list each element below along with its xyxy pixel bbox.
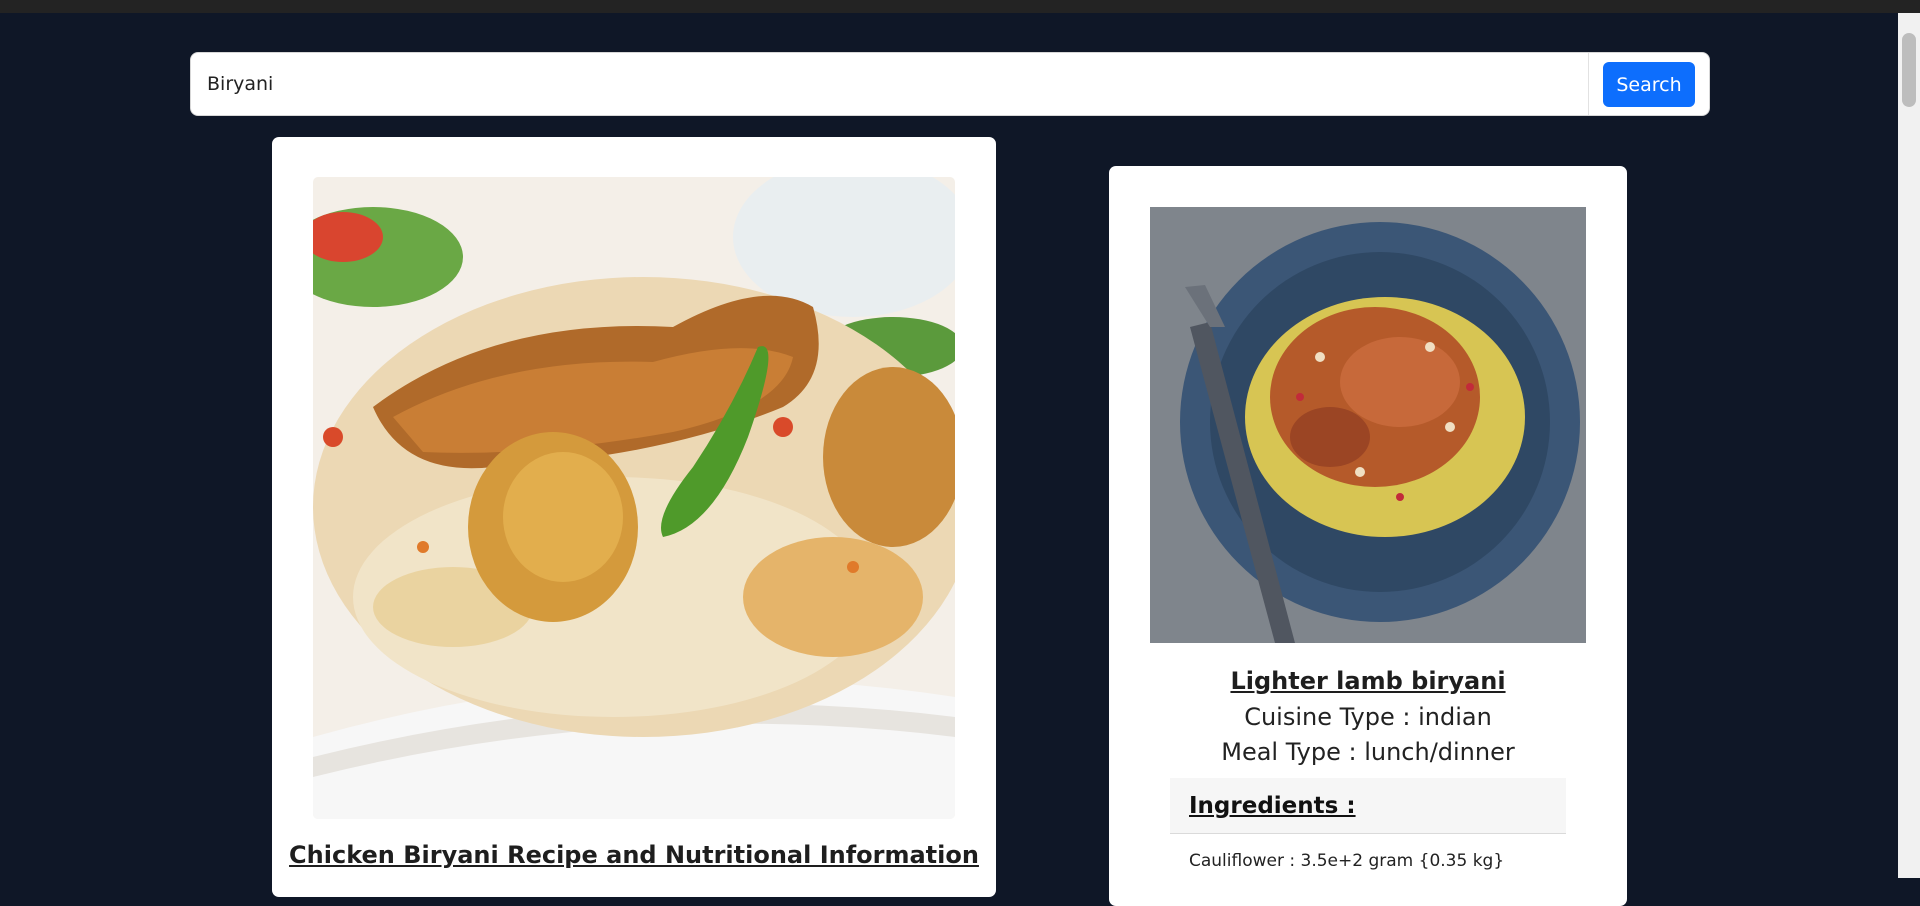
search-divider — [1588, 53, 1589, 115]
ingredients-header: Ingredients : — [1170, 778, 1566, 834]
cuisine-type: Cuisine Type : indian — [1244, 703, 1492, 731]
search-button[interactable]: Search — [1603, 62, 1695, 107]
ingredient-item: Cauliflower : 3.5e+2 gram {0.35 kg} — [1189, 851, 1505, 871]
recipe-card: Lighter lamb biryani Cuisine Type : indi… — [1109, 166, 1627, 906]
recipe-title[interactable]: Chicken Biryani Recipe and Nutritional I… — [272, 841, 996, 869]
browser-top-bar — [0, 0, 1920, 13]
recipe-card: Chicken Biryani Recipe and Nutritional I… — [272, 137, 996, 897]
ingredients-title: Ingredients : — [1189, 793, 1356, 819]
recipe-title[interactable]: Lighter lamb biryani — [1109, 667, 1627, 695]
search-input[interactable] — [191, 53, 1588, 115]
ingredients-section: Ingredients : Cauliflower : 3.5e+2 gram … — [1170, 778, 1566, 906]
recipe-image[interactable] — [1150, 207, 1586, 643]
scrollbar[interactable] — [1898, 13, 1920, 878]
search-bar: Search — [190, 52, 1710, 116]
scrollbar-thumb[interactable] — [1902, 33, 1916, 107]
meal-type: Meal Type : lunch/dinner — [1221, 738, 1515, 766]
recipe-image[interactable] — [313, 177, 955, 819]
